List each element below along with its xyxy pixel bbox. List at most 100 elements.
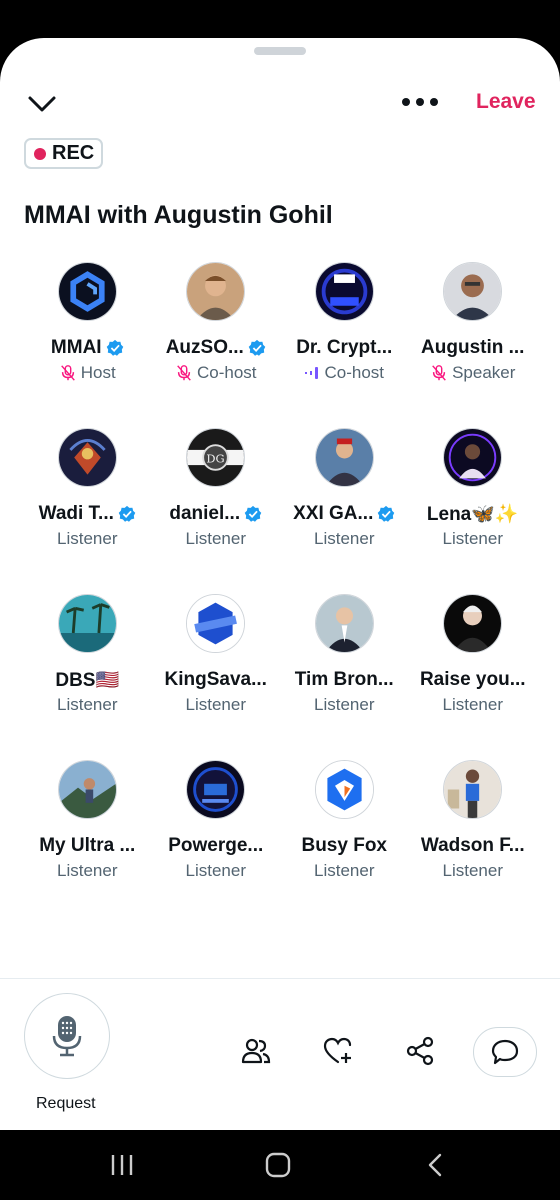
participant[interactable]: XXI GA... Listener — [280, 428, 409, 594]
participant[interactable]: DBS🇺🇸 Listener — [23, 594, 152, 760]
participant-role-row: Listener — [57, 695, 117, 715]
bottom-bar: Request — [0, 978, 560, 1130]
participant-name-row: Tim Bron... — [295, 669, 394, 691]
participant-name: daniel... — [169, 503, 241, 524]
participant[interactable]: Wadson F... Listener — [409, 760, 538, 926]
chat-bubble-icon — [491, 1039, 519, 1065]
participant-role-row: Speaker — [430, 363, 515, 383]
participant-name: My Ultra ... — [39, 835, 136, 856]
verified-badge-icon — [378, 505, 395, 522]
avatar[interactable] — [314, 594, 374, 653]
system-nav-bar — [0, 1130, 560, 1200]
participant-role-row: Listener — [314, 695, 374, 715]
participant-name: DBS🇺🇸 — [55, 670, 120, 691]
participant[interactable]: My Ultra ... Listener — [23, 760, 152, 926]
avatar[interactable] — [57, 594, 117, 653]
participant[interactable]: Powerge... Listener — [152, 760, 281, 926]
participant[interactable]: MMAI Host — [23, 262, 152, 428]
chevron-down-icon[interactable] — [24, 86, 60, 122]
participant[interactable]: Dr. Crypt... Co-host — [280, 262, 409, 428]
back-icon[interactable] — [424, 1152, 446, 1178]
participant-role: Speaker — [452, 363, 516, 382]
share-icon[interactable] — [404, 1035, 436, 1067]
recording-dot-icon — [34, 147, 46, 160]
participant-name-row: KingSava... — [165, 669, 267, 691]
participant-role: Listener — [314, 861, 375, 880]
participant-name-row: Dr. Crypt... — [296, 337, 392, 359]
participant-role-row: Listener — [314, 529, 374, 549]
participant-role: Co-host — [196, 363, 257, 382]
avatar[interactable] — [57, 760, 117, 819]
participant-row: MMAI Host AuzSO... Co-host Dr. Crypt... Co-ho… — [23, 262, 537, 428]
participant-role: Listener — [442, 529, 503, 548]
avatar[interactable] — [314, 428, 374, 487]
mic-off-icon — [432, 365, 446, 381]
participant-role-row: Listener — [443, 861, 503, 881]
participant-role: Listener — [185, 861, 246, 880]
leave-button[interactable]: Leave — [476, 90, 536, 114]
participant-role: Co-host — [324, 363, 385, 382]
participant-row: Wadi T... Listener DG daniel... Listener XXI … — [23, 428, 537, 594]
heart-plus-icon[interactable] — [322, 1035, 354, 1067]
avatar[interactable] — [443, 594, 503, 653]
avatar[interactable] — [57, 262, 117, 321]
avatar[interactable] — [186, 760, 246, 819]
participant-name: AuzSO... — [165, 337, 244, 358]
avatar[interactable] — [186, 262, 246, 321]
avatar[interactable] — [314, 760, 374, 819]
space-sheet: Leave REC MMAI with Augustin Gohil MMAI H… — [0, 38, 560, 1130]
participant-name-row: Wadson F... — [421, 835, 525, 857]
participant-name-row: Wadi T... — [39, 503, 136, 525]
request-button[interactable] — [24, 993, 110, 1079]
home-icon[interactable] — [264, 1152, 292, 1178]
participant-role-row: Listener — [186, 695, 246, 715]
participant-role: Listener — [314, 695, 375, 714]
participant[interactable]: Lena🦋✨ Listener — [409, 428, 538, 594]
participant-row: DBS🇺🇸 Listener KingSava... Listener Tim Bron… — [23, 594, 537, 760]
recent-apps-icon[interactable] — [108, 1152, 136, 1178]
sheet-grabber[interactable] — [254, 47, 306, 55]
participant[interactable]: Raise you... Listener — [409, 594, 538, 760]
participant-name-row: Augustin ... — [421, 337, 524, 359]
participant-role-row: Co-host — [304, 363, 384, 383]
svg-text:DG: DG — [207, 451, 225, 465]
participant-name: KingSava... — [164, 669, 267, 690]
participant-role-row: Listener — [443, 529, 503, 549]
participant[interactable]: AuzSO... Co-host — [152, 262, 281, 428]
people-icon[interactable] — [240, 1035, 272, 1067]
participant-role: Listener — [442, 861, 503, 880]
avatar[interactable] — [314, 262, 374, 321]
participant[interactable]: Busy Fox Listener — [280, 760, 409, 926]
space-title: MMAI with Augustin Gohil — [24, 201, 333, 229]
participant[interactable]: KingSava... Listener — [152, 594, 281, 760]
avatar[interactable] — [443, 760, 503, 819]
rec-badge: REC — [24, 138, 103, 169]
avatar[interactable] — [443, 428, 503, 487]
participant-name-row: Busy Fox — [301, 835, 387, 857]
avatar[interactable] — [57, 428, 117, 487]
avatar[interactable]: DG — [186, 428, 246, 487]
participant-name-row: DBS🇺🇸 — [55, 669, 119, 691]
participant[interactable]: Tim Bron... Listener — [280, 594, 409, 760]
avatar[interactable] — [186, 594, 246, 653]
participant-role-row: Listener — [314, 861, 374, 881]
avatar[interactable] — [443, 262, 503, 321]
participant[interactable]: DG daniel... Listener — [152, 428, 281, 594]
verified-badge-icon — [248, 339, 266, 356]
participant[interactable]: Augustin ... Speaker — [409, 262, 538, 428]
participant-role: Listener — [314, 529, 375, 548]
speaking-icon — [305, 367, 319, 379]
more-dots-icon[interactable] — [398, 90, 442, 114]
participant-role-row: Listener — [186, 861, 246, 881]
participant-name-row: Lena🦋✨ — [427, 503, 519, 525]
participant[interactable]: Wadi T... Listener — [23, 428, 152, 594]
participant-role-row: Listener — [443, 695, 503, 715]
participant-role-row: Listener — [57, 529, 117, 549]
chat-button[interactable] — [473, 1027, 537, 1077]
participant-name: Wadi T... — [38, 503, 114, 524]
verified-badge-icon — [106, 339, 123, 356]
participant-name-row: Powerge... — [168, 835, 263, 857]
participant-role: Listener — [442, 695, 503, 714]
participant-name-row: MMAI — [51, 337, 124, 359]
participant-role: Listener — [57, 529, 118, 548]
